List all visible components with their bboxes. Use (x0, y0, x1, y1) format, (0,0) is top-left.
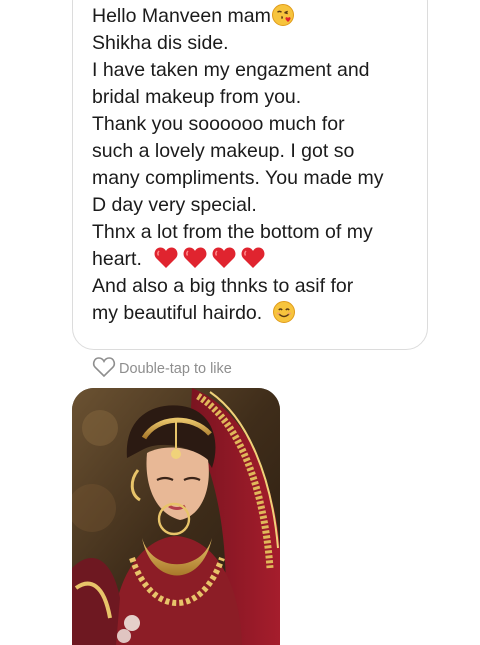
message-text: Hello Manveen mam Shikha dis side. I hav… (92, 3, 412, 327)
message-line: my beautiful hairdo. (92, 300, 412, 327)
message-line: many compliments. You made my (92, 165, 412, 192)
chat-screen: Hello Manveen mam Shikha dis side. I hav… (0, 0, 480, 645)
bride-photo[interactable] (72, 388, 280, 645)
message-line-text: my beautiful hairdo. (92, 302, 263, 324)
message-line: I have taken my engazment and (92, 57, 412, 84)
red-heart-icon (153, 246, 179, 270)
message-line-text: I have taken my engazment and (92, 59, 370, 81)
red-heart-icon (211, 246, 237, 270)
message-line-text: Thnx a lot from the bottom of my (92, 221, 373, 243)
face-blowing-kiss-icon (271, 3, 295, 27)
message-line-text: Hello Manveen mam (92, 5, 271, 27)
message-line: bridal makeup from you. (92, 84, 412, 111)
message-line: Shikha dis side. (92, 30, 412, 57)
message-line: And also a big thnks to asif for (92, 273, 412, 300)
message-line: Hello Manveen mam (92, 3, 412, 30)
red-heart-icon (182, 246, 208, 270)
double-tap-like-hint[interactable]: Double-tap to like (92, 356, 232, 383)
message-line-text: many compliments. You made my (92, 167, 384, 189)
message-line: such a lovely makeup. I got so (92, 138, 412, 165)
message-line-text: heart. (92, 248, 142, 270)
message-line: D day very special. (92, 192, 412, 219)
message-line: Thnx a lot from the bottom of my (92, 219, 412, 246)
message-line-text: And also a big thnks to asif for (92, 275, 354, 297)
message-line: Thank you soooooo much for (92, 111, 412, 138)
message-line-text: D day very special. (92, 194, 257, 216)
message-line-text: Shikha dis side. (92, 32, 229, 54)
smiling-face-icon (272, 300, 296, 324)
message-line-text: such a lovely makeup. I got so (92, 140, 355, 162)
message-line-text: Thank you soooooo much for (92, 113, 345, 135)
red-heart-icon (240, 246, 266, 270)
double-tap-like-label: Double-tap to like (119, 361, 232, 377)
heart-outline-icon[interactable] (92, 356, 116, 383)
message-line: heart. (92, 246, 412, 273)
message-line-text: bridal makeup from you. (92, 86, 302, 108)
